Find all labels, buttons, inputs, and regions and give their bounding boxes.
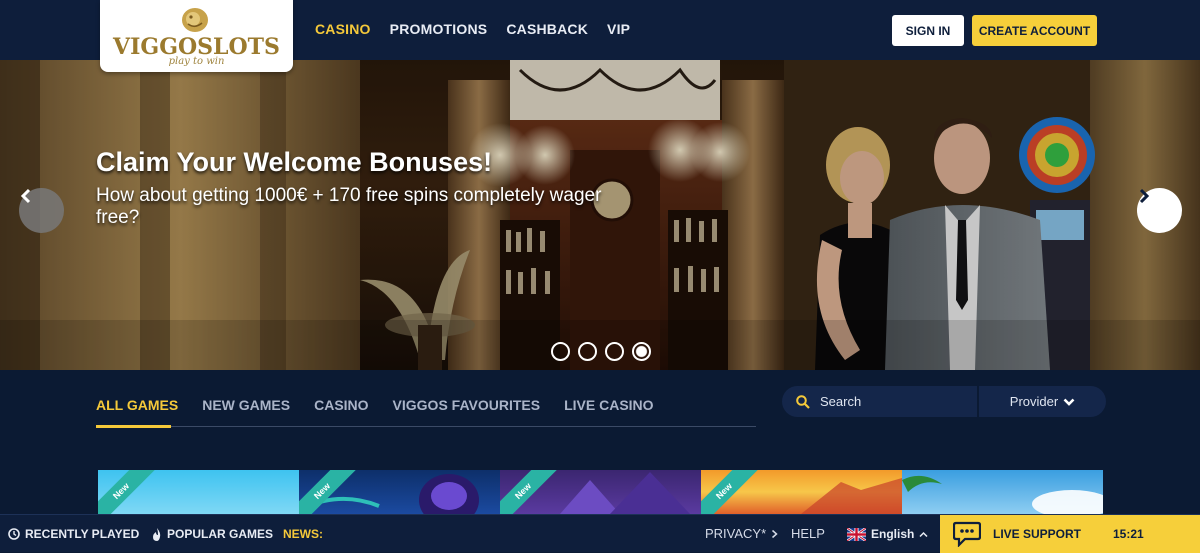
game-tile[interactable]: New — [701, 470, 902, 514]
nav-vip[interactable]: VIP — [607, 21, 630, 37]
tab-all-games[interactable]: ALL GAMES — [96, 397, 178, 413]
game-filter-bar: ALL GAMES NEW GAMES CASINO VIGGOS FAVOUR… — [0, 370, 1200, 470]
main-nav: CASINO PROMOTIONS CASHBACK VIP — [315, 21, 630, 37]
language-label: English — [871, 527, 915, 541]
nav-promotions[interactable]: PROMOTIONS — [390, 21, 488, 37]
language-selector[interactable]: English — [847, 527, 928, 541]
hero-title: Claim Your Welcome Bonuses! — [96, 147, 493, 177]
carousel-dot-1[interactable] — [551, 342, 570, 361]
bottom-bar: RECENTLY PLAYED POPULAR GAMES NEWS: PRIV… — [0, 514, 1200, 553]
carousel-indicators — [551, 342, 651, 361]
tabs-divider — [96, 426, 756, 427]
chevron-down-icon — [1063, 398, 1075, 406]
active-tab-indicator — [96, 425, 171, 428]
privacy-link[interactable]: PRIVACY* — [705, 526, 778, 541]
chevron-left-icon — [20, 188, 31, 204]
site-logo[interactable]: VIGGOSLOTS play to win — [100, 0, 293, 72]
popular-games-label: POPULAR GAMES — [167, 527, 274, 541]
clock-time: 15:21 — [1113, 527, 1144, 541]
game-tile[interactable] — [902, 470, 1103, 514]
game-category-tabs: ALL GAMES NEW GAMES CASINO VIGGOS FAVOUR… — [96, 397, 654, 413]
game-tile[interactable]: New — [500, 470, 701, 514]
nav-cashback[interactable]: CASHBACK — [506, 21, 588, 37]
search-placeholder: Search — [820, 394, 862, 409]
carousel-prev-button[interactable] — [19, 188, 64, 233]
chat-bubble-icon — [953, 521, 981, 547]
provider-dropdown[interactable]: Provider — [979, 386, 1106, 417]
tab-new-games[interactable]: NEW GAMES — [202, 397, 290, 413]
popular-games-button[interactable]: POPULAR GAMES — [152, 527, 273, 541]
game-tile[interactable]: New — [299, 470, 500, 514]
live-support-label: LIVE SUPPORT — [993, 527, 1082, 541]
recently-played-button[interactable]: RECENTLY PLAYED — [8, 527, 139, 541]
hero-subtitle: How about getting 1000€ + 170 free spins… — [96, 185, 602, 228]
chevron-right-icon — [1139, 188, 1150, 204]
lion-crest-icon — [182, 8, 208, 32]
chevron-up-icon — [919, 531, 928, 537]
chevron-right-icon — [772, 529, 778, 538]
live-support-button[interactable]: LIVE SUPPORT 15:21 — [940, 515, 1200, 553]
palm-art — [902, 475, 1103, 514]
news-label: NEWS: — [283, 527, 323, 541]
sign-in-button[interactable]: SIGN IN — [892, 15, 964, 46]
carousel-dot-2[interactable] — [578, 342, 597, 361]
tab-casino[interactable]: CASINO — [314, 397, 368, 413]
carousel-dot-3[interactable] — [605, 342, 624, 361]
nav-casino[interactable]: CASINO — [315, 21, 371, 37]
carousel-next-button[interactable] — [1137, 188, 1182, 233]
game-tile[interactable]: New — [98, 470, 299, 514]
brand-tagline: play to win — [168, 56, 225, 67]
clock-icon — [8, 528, 20, 540]
recently-played-label: RECENTLY PLAYED — [25, 527, 140, 541]
game-grid: New New New New — [98, 470, 1104, 514]
tab-live-casino[interactable]: LIVE CASINO — [564, 397, 653, 413]
site-header: VIGGOSLOTS play to win CASINO PROMOTIONS… — [0, 0, 1200, 72]
tab-viggos-favourites[interactable]: VIGGOS FAVOURITES — [393, 397, 541, 413]
search-icon — [796, 394, 810, 409]
provider-label: Provider — [1009, 394, 1059, 409]
new-badge: New — [98, 470, 160, 514]
privacy-label: PRIVACY* — [705, 526, 767, 541]
carousel-dot-4[interactable] — [632, 342, 651, 361]
flame-icon — [153, 527, 161, 541]
hero-banner: Claim Your Welcome Bonuses! How about ge… — [0, 60, 1200, 370]
uk-flag-icon — [847, 527, 866, 541]
create-account-button[interactable]: CREATE ACCOUNT — [972, 15, 1097, 46]
search-input[interactable]: Search — [782, 386, 977, 417]
help-link[interactable]: HELP — [791, 526, 825, 541]
